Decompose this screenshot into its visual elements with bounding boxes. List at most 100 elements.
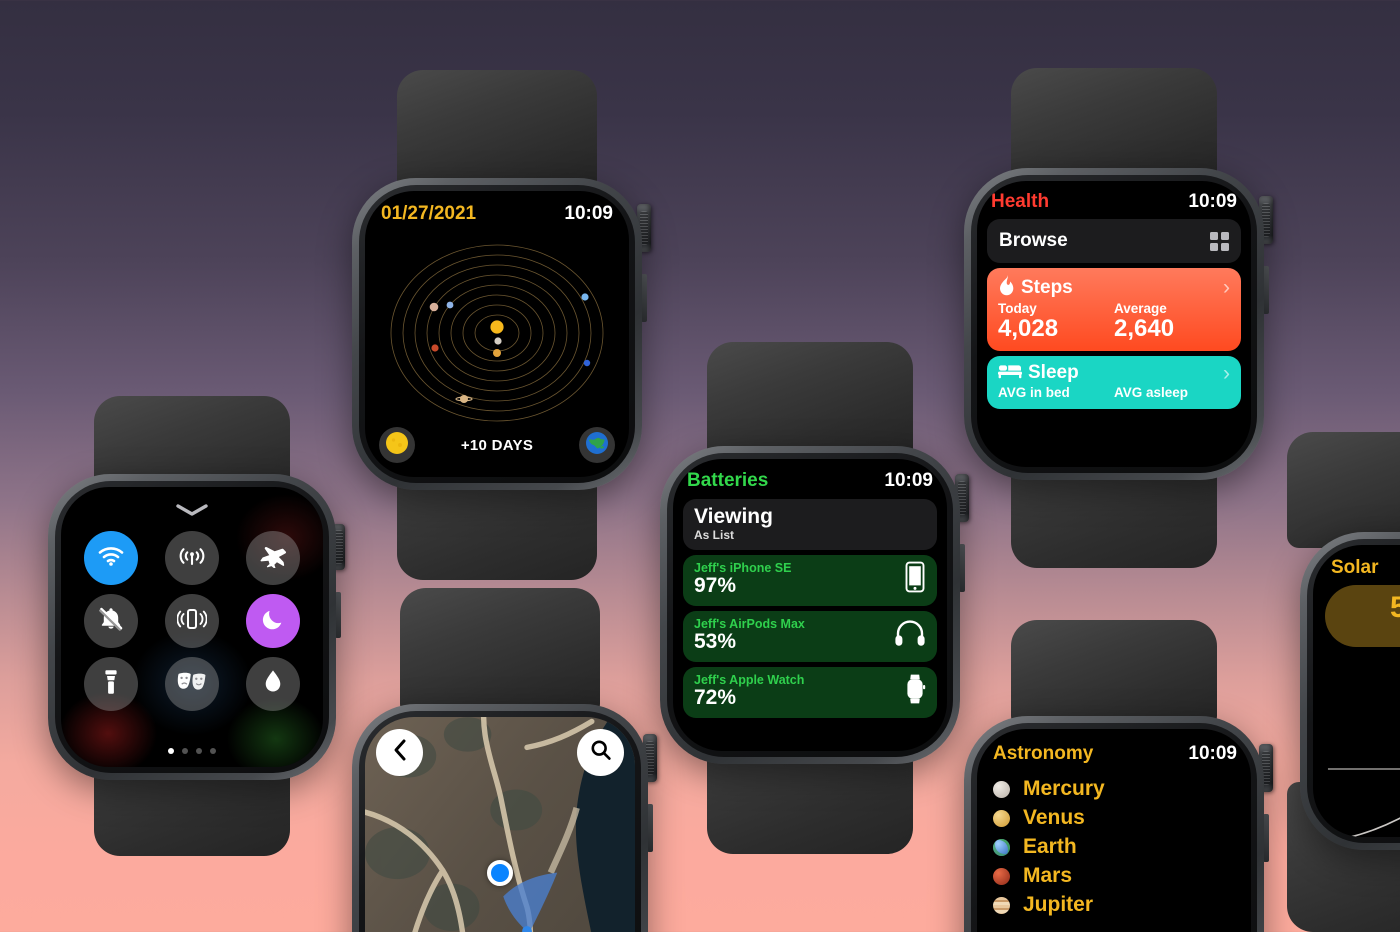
planet-jupiter-icon (993, 896, 1010, 914)
watch-health: Health 10:09 Browse Steps › Today 4,028 … (964, 68, 1273, 568)
solar-system-screen[interactable]: 01/27/2021 10:09 +10 DAYS (365, 191, 629, 477)
flashlight-icon (103, 669, 119, 700)
control-center-grid (75, 531, 309, 711)
metric-caption: Today (998, 301, 1037, 316)
planet-name: Mercury (1023, 777, 1105, 800)
metric-caption: AVG in bed (998, 384, 1070, 400)
health-screen[interactable]: Health 10:09 Browse Steps › Today 4,028 … (977, 181, 1251, 467)
list-item[interactable]: Venus (993, 806, 1239, 830)
metric-value: 2,640 (1114, 315, 1175, 342)
theater-mode-icon (177, 671, 207, 698)
browse-row[interactable]: Browse (987, 219, 1241, 263)
search-icon (590, 739, 612, 766)
silent-mode-toggle[interactable] (84, 594, 139, 648)
health-list: Browse Steps › Today 4,028 Average 2,640… (987, 219, 1241, 409)
watch-control-center (48, 396, 345, 856)
list-item[interactable]: Earth (993, 835, 1239, 859)
silent-mode-icon (98, 606, 124, 636)
planet-earth-icon (993, 838, 1010, 856)
clock-label: 10:09 (1188, 743, 1237, 764)
back-button[interactable] (376, 729, 423, 776)
earth-button[interactable] (579, 427, 615, 463)
water-lock-toggle[interactable] (245, 657, 300, 711)
solar-time-pill[interactable]: 5:09 PM (1325, 585, 1400, 647)
page-indicator (168, 748, 216, 754)
sun-icon (385, 431, 409, 460)
card-title: Steps (1021, 276, 1073, 298)
ping-iphone-toggle[interactable] (164, 594, 219, 648)
control-center-screen[interactable] (61, 487, 323, 767)
batteries-screen[interactable]: Batteries 10:09 Viewing As List Jeff's i… (673, 459, 947, 751)
watch-case: Astronomy 10:09 Mercury Venus Earth Mars… (964, 716, 1264, 932)
planet-mercury-icon (993, 780, 1010, 798)
maps-screen[interactable] (365, 717, 635, 932)
app-title: Batteries (687, 470, 769, 491)
ping-iphone-icon (176, 607, 208, 636)
watch-band-top (1011, 620, 1217, 728)
watch-case: Health 10:09 Browse Steps › Today 4,028 … (964, 168, 1264, 480)
watch-band-top (707, 342, 913, 460)
health-card-sleep[interactable]: Sleep › AVG in bed AVG asleep (987, 355, 1241, 409)
planet-mars-icon (993, 867, 1010, 885)
solar-system-orbits[interactable] (365, 233, 629, 433)
airplane-mode-toggle[interactable] (245, 531, 300, 585)
card-title: Sleep (1028, 362, 1079, 384)
watch-astronomy: Astronomy 10:09 Mercury Venus Earth Mars… (964, 620, 1273, 932)
watch-case: Solar 5:09 PM (1300, 532, 1400, 850)
page-dot (168, 748, 174, 754)
earth-icon (585, 431, 609, 460)
wifi-icon (98, 546, 124, 571)
solar-screen[interactable]: Solar 5:09 PM (1313, 545, 1400, 837)
watch-solar-system: 01/27/2021 10:09 +10 DAYS (352, 70, 651, 580)
device-percent: 53% (694, 630, 737, 654)
watch-case (48, 474, 336, 780)
battery-row[interactable]: Jeff's iPhone SE 97% (683, 555, 937, 607)
current-location-dot (487, 860, 513, 886)
cellular-toggle[interactable] (164, 531, 219, 585)
viewing-title: Viewing (694, 505, 773, 528)
batteries-list: Viewing As List Jeff's iPhone SE 97% Jef… (683, 499, 937, 718)
clock-label: 10:09 (884, 470, 933, 491)
watch-case: 01/27/2021 10:09 +10 DAYS (352, 178, 642, 490)
page-dot (210, 748, 216, 754)
health-card-steps[interactable]: Steps › Today 4,028 Average 2,640 (987, 268, 1241, 351)
metric-caption: AVG asleep (1114, 384, 1189, 400)
astronomy-screen[interactable]: Astronomy 10:09 Mercury Venus Earth Mars… (977, 729, 1251, 932)
battery-row[interactable]: Jeff's AirPods Max 53% (683, 611, 937, 662)
grid-icon (1210, 231, 1229, 251)
viewing-mode: As List (694, 528, 735, 543)
status-bar: Astronomy 10:09 (993, 743, 1237, 765)
sun-button[interactable] (379, 427, 415, 463)
planet-venus-icon (993, 809, 1010, 827)
chevron-down-icon[interactable] (175, 503, 209, 522)
device-name: Jeff's AirPods Max (694, 617, 805, 632)
flashlight-toggle[interactable] (84, 657, 139, 711)
battery-row[interactable]: Jeff's Apple Watch 72% (683, 666, 937, 718)
watch-gallery: 01/27/2021 10:09 +10 DAYS Batteries 10:0… (0, 0, 1400, 932)
theater-mode-toggle[interactable] (164, 657, 219, 711)
planet-name: Venus (1023, 806, 1085, 829)
device-percent: 72% (694, 685, 737, 709)
status-bar: Solar (1331, 557, 1400, 579)
status-bar: 01/27/2021 10:09 (381, 203, 613, 225)
search-button[interactable] (577, 729, 624, 776)
wifi-toggle[interactable] (84, 531, 139, 585)
list-item[interactable]: Mercury (993, 777, 1239, 801)
list-item[interactable]: Mars (993, 864, 1239, 888)
planet-list: Mercury Venus Earth Mars Jupiter (993, 777, 1239, 917)
planet-name: Earth (1023, 835, 1077, 858)
metric-column: AVG asleep (1114, 385, 1230, 400)
watch-case (352, 704, 648, 932)
watch-band-top (1287, 432, 1400, 548)
flame-icon (998, 274, 1015, 301)
headphones-icon (894, 619, 926, 652)
app-title: Health (991, 191, 1050, 212)
do-not-disturb-toggle[interactable] (245, 594, 300, 648)
clock-label: 10:09 (564, 203, 613, 224)
device-name: Jeff's Apple Watch (694, 672, 805, 687)
sun-path-chart (1313, 695, 1400, 837)
list-item[interactable]: Jupiter (993, 893, 1239, 917)
solar-system-footer: +10 DAYS (379, 427, 615, 463)
planet-name: Jupiter (1023, 893, 1094, 916)
viewing-mode-card[interactable]: Viewing As List (683, 499, 937, 551)
